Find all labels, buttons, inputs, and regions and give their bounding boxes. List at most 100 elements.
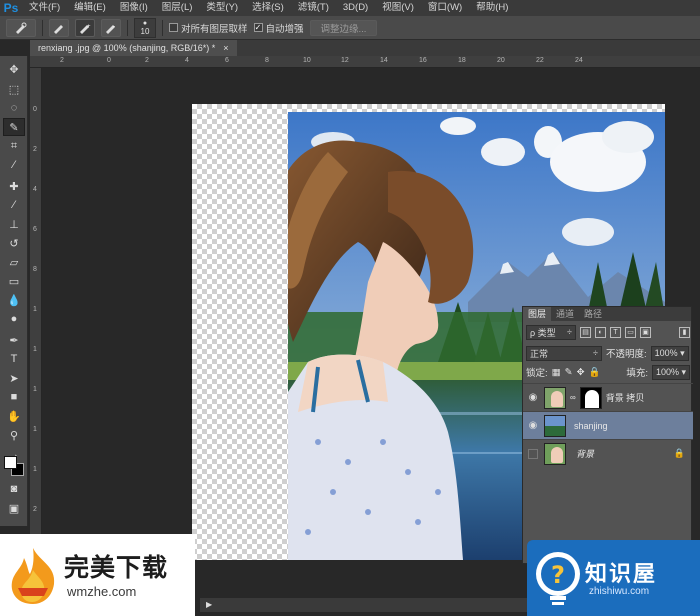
menu-file[interactable]: 文件(F)	[22, 0, 67, 16]
menu-type[interactable]: 类型(Y)	[199, 0, 245, 16]
svg-text:+: +	[87, 24, 91, 30]
blur-tool-icon[interactable]: 💧	[3, 291, 25, 309]
menu-view[interactable]: 视图(V)	[375, 0, 421, 16]
menu-image[interactable]: 图像(I)	[113, 0, 155, 16]
fill-label: 填充:	[626, 368, 648, 379]
ruler-label: 22	[536, 57, 544, 64]
panel-tabs: 图层 通道 路径	[523, 307, 691, 321]
ruler-label: 20	[497, 57, 505, 64]
blend-opacity-row: 正常 ÷ 不透明度: 100% ▾	[523, 343, 693, 363]
lock-icon: 🔒	[673, 448, 685, 458]
tab-paths[interactable]: 路径	[579, 307, 607, 321]
rectangle-tool-icon[interactable]: ■	[3, 388, 25, 406]
filter-shape-icon[interactable]: ▭	[625, 326, 636, 338]
subtract-from-selection-button[interactable]: -	[101, 18, 121, 37]
tool-preset-picker[interactable]	[6, 18, 36, 37]
visibility-toggle-off[interactable]	[528, 448, 538, 459]
ruler-vertical: 0 2 4 6 8 1 1 1 1 1 2	[30, 68, 42, 598]
auto-enhance-checkbox[interactable]: ✓ 自动增强	[253, 21, 304, 35]
filter-toggle-icon[interactable]: ▮	[679, 326, 690, 338]
brush-size-picker[interactable]: ● 10	[134, 17, 156, 38]
layer-row[interactable]: ◉ ∞ 背景 拷贝	[523, 383, 693, 411]
foreground-color-swatch[interactable]	[4, 456, 17, 469]
tab-layers[interactable]: 图层	[523, 307, 552, 321]
filter-type-icon[interactable]: T	[610, 326, 621, 338]
close-tab-icon[interactable]: ×	[223, 40, 228, 56]
lock-transparency-icon[interactable]: ▦	[552, 367, 561, 378]
screen-mode-icon[interactable]: ▣	[3, 499, 25, 517]
ruler-label: 14	[380, 57, 388, 64]
status-menu-icon[interactable]: ▶	[206, 600, 212, 609]
quick-selection-tool-icon[interactable]: ✎	[3, 118, 25, 136]
lock-pixels-icon[interactable]: ✎	[565, 367, 573, 378]
add-to-selection-button[interactable]: +	[75, 18, 95, 37]
marquee-tool-icon[interactable]: ⬚	[3, 80, 25, 98]
menu-window[interactable]: 窗口(W)	[421, 0, 469, 16]
layer-row[interactable]: 背景 🔒	[523, 439, 693, 467]
brush-tool-icon[interactable]: ⁄	[3, 196, 25, 214]
flame-logo-icon	[11, 548, 55, 604]
type-tool-icon[interactable]: T	[3, 350, 25, 368]
ruler-label: 2	[145, 57, 149, 64]
hand-tool-icon[interactable]: ✋	[3, 407, 25, 425]
eye-icon[interactable]: ◉	[526, 419, 540, 433]
zoom-tool-icon[interactable]: ⚲	[3, 426, 25, 444]
move-tool-icon[interactable]: ✥	[3, 60, 25, 78]
lasso-tool-icon[interactable]: ◌	[3, 99, 25, 117]
quick-mask-icon[interactable]: ◙	[3, 480, 25, 498]
menu-edit[interactable]: 编辑(E)	[67, 0, 113, 16]
pen-tool-icon[interactable]: ✒	[3, 331, 25, 349]
checkbox-box[interactable]	[169, 23, 178, 32]
ruler-label: 0	[107, 57, 111, 64]
blend-mode-dropdown[interactable]: 正常 ÷	[526, 345, 602, 361]
dodge-tool-icon[interactable]: ●	[3, 310, 25, 328]
sample-all-layers-checkbox[interactable]: 对所有图层取样	[169, 21, 248, 35]
new-selection-button[interactable]	[49, 18, 69, 37]
layer-name: 背景 拷贝	[605, 393, 645, 403]
layer-thumbnail	[544, 386, 566, 409]
gradient-tool-icon[interactable]: ▭	[3, 272, 25, 290]
layer-mask-thumbnail[interactable]	[579, 386, 602, 409]
eyedropper-tool-icon[interactable]: ⁄	[3, 156, 25, 174]
lock-all-icon[interactable]: 🔒	[589, 367, 601, 378]
refine-edge-button[interactable]: 调整边缘...	[309, 19, 378, 36]
ruler-label: 8	[265, 57, 269, 64]
checkbox-box-checked[interactable]: ✓	[253, 23, 263, 32]
layer-name: shanjing	[574, 420, 608, 431]
path-selection-tool-icon[interactable]: ➤	[3, 369, 25, 387]
history-brush-tool-icon[interactable]: ↺	[3, 234, 25, 252]
layer-filter-dropdown[interactable]: ρ 类型 ÷	[526, 324, 576, 340]
ruler-label: 6	[225, 57, 229, 64]
watermark-site: wmzhe.com	[67, 584, 137, 599]
eraser-tool-icon[interactable]: ▱	[3, 253, 25, 271]
lock-position-icon[interactable]: ✥	[577, 367, 585, 378]
opacity-field[interactable]: 100% ▾	[650, 345, 689, 361]
quick-selection-icon	[16, 22, 27, 34]
filter-smart-object-icon[interactable]: ▣	[640, 326, 651, 338]
ruler-label: 6	[33, 226, 37, 233]
brush-new-icon	[54, 24, 63, 34]
menu-select[interactable]: 选择(S)	[245, 0, 291, 16]
menu-3d[interactable]: 3D(D)	[336, 0, 375, 16]
menu-bar: Ps 文件(F) 编辑(E) 图像(I) 图层(L) 类型(Y) 选择(S) 滤…	[0, 0, 700, 16]
lock-fill-row: 锁定: ▦ ✎ ✥ 🔒 填充: 100% ▾	[523, 362, 693, 382]
clone-stamp-tool-icon[interactable]: ⊥	[3, 215, 25, 233]
filter-pixel-icon[interactable]: ▤	[580, 326, 591, 338]
menu-filter[interactable]: 滤镜(T)	[291, 0, 336, 16]
divider	[162, 19, 163, 36]
document-tab[interactable]: renxiang .jpg @ 100% (shanjing, RGB/16*)…	[30, 40, 237, 56]
menu-layer[interactable]: 图层(L)	[155, 0, 200, 16]
filter-adjustment-icon[interactable]: ◐	[595, 326, 606, 338]
menu-help[interactable]: 帮助(H)	[469, 0, 515, 16]
tab-channels[interactable]: 通道	[551, 307, 579, 321]
svg-text:-: -	[113, 24, 115, 30]
healing-brush-tool-icon[interactable]: ✚	[3, 177, 25, 195]
crop-tool-icon[interactable]: ⌗	[3, 137, 25, 155]
eye-icon[interactable]: ◉	[526, 391, 540, 405]
layer-row-selected[interactable]: ◉ shanjing	[523, 411, 693, 439]
watermark-logo-right: ? 知识屋 zhishiwu.com	[527, 540, 700, 616]
fill-field[interactable]: 100% ▾	[652, 364, 690, 380]
options-bar: + - ● 10 对所有图层取样 ✓ 自动增强 调整边缘...	[0, 16, 700, 40]
ruler-label: 1	[33, 466, 37, 473]
link-icon: ∞	[570, 393, 576, 402]
